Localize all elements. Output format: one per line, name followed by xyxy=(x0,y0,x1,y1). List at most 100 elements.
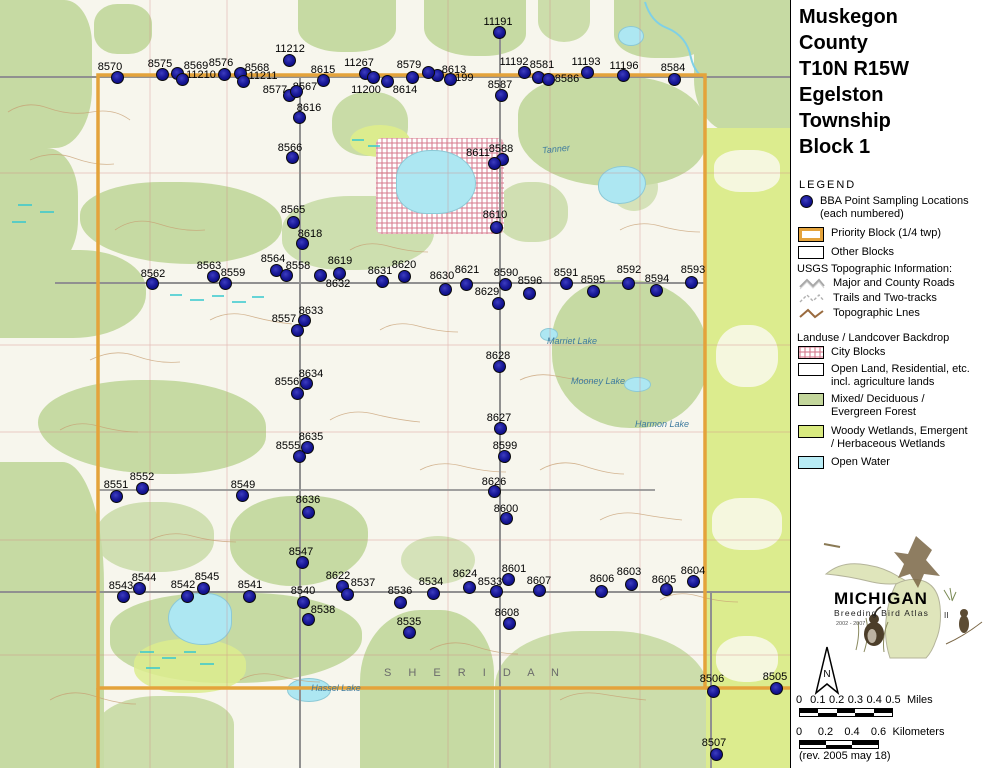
scale-bar-segment xyxy=(818,713,836,717)
bba-point-8544 xyxy=(133,582,146,595)
north-label: N xyxy=(823,669,830,680)
usgs-heading: USGS Topographic Information: xyxy=(797,263,952,275)
mbba-logo: MICHIGAN Breeding Bird Atlas 2002 - 2007… xyxy=(796,532,996,662)
legend-item-other-blocks: Other Blocks xyxy=(798,246,894,259)
bba-point-label-11211: 11211 xyxy=(249,71,278,82)
bba-point-8630 xyxy=(439,283,452,296)
bba-point-8624 xyxy=(463,581,476,594)
bba-point-label-8632: 8632 xyxy=(326,279,350,290)
scale-unit: Kilometers xyxy=(893,726,945,738)
legend-item-bba-points: BBA Point Sampling Locations (each numbe… xyxy=(800,195,969,221)
scale-tick: 0.2 xyxy=(818,726,833,738)
bba-point-label-8579: 8579 xyxy=(397,60,421,71)
open-water-swatch xyxy=(798,456,824,469)
marsh-marks xyxy=(12,140,380,668)
bba-point-8591 xyxy=(560,277,573,290)
bba-point-8507 xyxy=(710,748,723,761)
north-arrow: N xyxy=(811,645,843,701)
scale-tick: 0.5 xyxy=(885,694,900,706)
bba-point-8619 xyxy=(333,267,346,280)
road-line-icon xyxy=(798,277,826,290)
bba-point-8628 xyxy=(493,360,506,373)
legend-city-label: City Blocks xyxy=(831,346,885,358)
legend-other-label: Other Blocks xyxy=(831,246,894,258)
legend-bba-label-2: (each numbered) xyxy=(820,208,969,221)
bba-point-8584 xyxy=(668,73,681,86)
bba-point-label-8538: 8538 xyxy=(311,605,335,616)
revision-note: (rev. 2005 may 18) xyxy=(799,750,891,762)
scale-unit: Miles xyxy=(907,694,933,706)
bba-point-11211 xyxy=(237,75,250,88)
bba-point-11196 xyxy=(617,69,630,82)
page-title: Muskegon County T10N R15W Egelston Towns… xyxy=(799,4,909,160)
bba-point-8621 xyxy=(460,278,473,291)
map-linework xyxy=(0,0,790,768)
bba-point-8543 xyxy=(117,590,130,603)
bba-point-label-8603: 8603 xyxy=(617,567,641,578)
scale-tick: 0.6 xyxy=(871,726,886,738)
bba-point-label-8557: 8557 xyxy=(272,314,296,325)
bba-point-8534 xyxy=(427,587,440,600)
legend-forest-label: Mixed/ Deciduous / xyxy=(831,393,925,406)
bba-point-8606 xyxy=(595,585,608,598)
bba-point-label-8506: 8506 xyxy=(700,674,724,685)
bba-point-swatch-icon xyxy=(800,195,813,208)
legend-trails-label: Trails and Two-tracks xyxy=(833,292,937,304)
bba-point-8556 xyxy=(291,387,304,400)
bba-point-11212 xyxy=(283,54,296,67)
bba-point-8538 xyxy=(302,613,315,626)
bba-point-8563 xyxy=(207,270,220,283)
logo-dash xyxy=(824,544,840,547)
bba-point-8605 xyxy=(660,583,673,596)
bba-point-label-8564: 8564 xyxy=(261,254,285,265)
scale-tick: 0 xyxy=(796,726,802,738)
miles-scale-bar xyxy=(799,708,893,717)
bba-point-8620 xyxy=(398,270,411,283)
bba-point xyxy=(422,66,435,79)
bba-point-8537 xyxy=(341,588,354,601)
bba-point-8600 xyxy=(500,512,513,525)
priority-block-swatch xyxy=(798,227,824,242)
bba-point-8615 xyxy=(317,74,330,87)
bba-point-label-8596: 8596 xyxy=(518,276,542,287)
logo-numeral: II xyxy=(944,611,948,620)
legend-item-topo-lines: Topographic Lnes xyxy=(798,307,920,320)
legend-roads-label: Major and County Roads xyxy=(833,277,955,289)
bba-point-8579 xyxy=(406,71,419,84)
scale-tick: 0.3 xyxy=(848,694,863,706)
bba-point-8540 xyxy=(297,596,310,609)
km-scale-bar xyxy=(799,740,879,749)
topo-line-icon xyxy=(798,307,826,320)
bba-point-label-8636: 8636 xyxy=(296,495,320,506)
legend-item-wetlands: Woody Wetlands, Emergent / Herbaceous We… xyxy=(798,425,968,451)
map-canvas: 8570857585691121085768568112111121286158… xyxy=(0,0,790,768)
bba-point-8629 xyxy=(492,297,505,310)
roads-layer xyxy=(0,28,790,768)
bba-point-11193 xyxy=(581,66,594,79)
bba-point-label-8593: 8593 xyxy=(681,265,705,276)
scale-tick: 0.4 xyxy=(844,726,859,738)
legend-item-city-blocks: City Blocks xyxy=(798,346,885,359)
bba-point-8533 xyxy=(490,585,503,598)
wetland-swatch xyxy=(798,425,824,438)
bba-point-8595 xyxy=(587,285,600,298)
bba-point-8555 xyxy=(293,450,306,463)
bba-point-8575 xyxy=(156,68,169,81)
map-place-label: Harmon Lake xyxy=(635,419,689,429)
legend-priority-label: Priority Block (1/4 twp) xyxy=(831,227,941,239)
scale-tick: 0 xyxy=(796,694,802,706)
map-place-label: Marriet Lake xyxy=(547,336,597,346)
bba-point-8603 xyxy=(625,578,638,591)
bba-point-8576 xyxy=(218,68,231,81)
bba-point-8542 xyxy=(181,590,194,603)
bba-point-8536 xyxy=(394,596,407,609)
bba-point-label-8606: 8606 xyxy=(590,574,614,585)
trail-line-icon xyxy=(798,292,826,305)
legend-water-label: Open Water xyxy=(831,456,890,468)
perched-bird-illustration xyxy=(944,588,982,644)
bba-point-label-8586: 8586 xyxy=(555,74,579,85)
bba-point-8545 xyxy=(197,582,210,595)
legend-item-open-water: Open Water xyxy=(798,456,890,469)
bba-point-8607 xyxy=(533,584,546,597)
bba-point-label-8537: 8537 xyxy=(351,578,375,589)
